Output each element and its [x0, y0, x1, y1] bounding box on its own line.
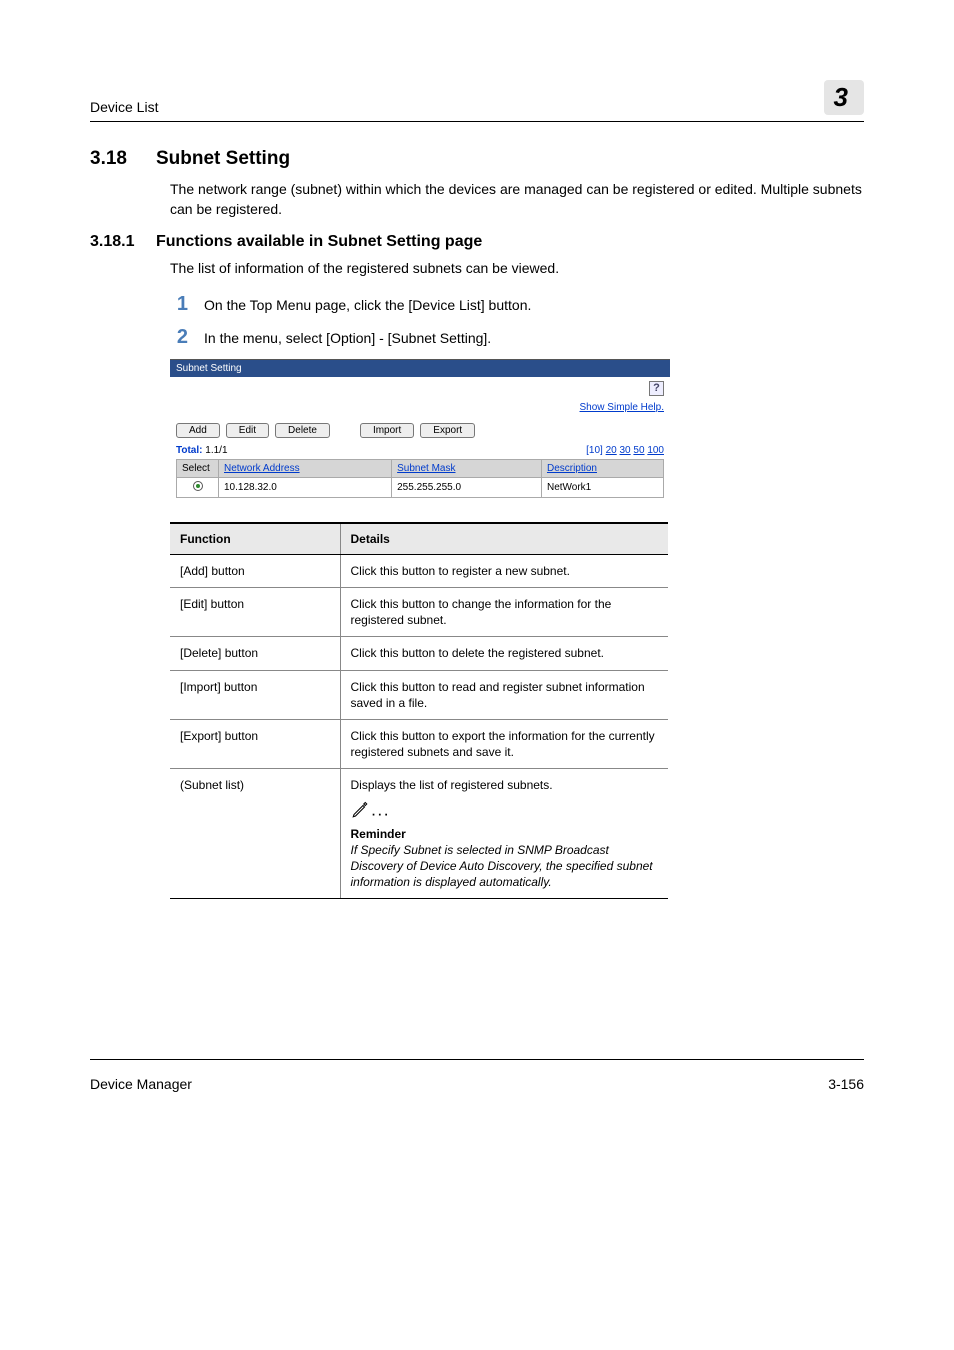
col-description[interactable]: Description — [541, 459, 663, 477]
chapter-number: 3 — [824, 80, 864, 115]
subnet-list-desc: Displays the list of registered subnets. — [351, 778, 553, 792]
table-row: [Edit] button Click this button to chang… — [170, 587, 668, 636]
page-size-pager: [10] 20 30 50 100 — [586, 445, 664, 456]
section-title: Subnet Setting — [156, 148, 290, 170]
function-detail: Displays the list of registered subnets.… — [340, 769, 668, 899]
table-row: [Export] button Click this button to exp… — [170, 719, 668, 768]
import-button[interactable]: Import — [360, 423, 414, 438]
step-row: 1 On the Top Menu page, click the [Devic… — [170, 293, 864, 316]
function-detail: Click this button to change the informat… — [340, 587, 668, 636]
col-function: Function — [170, 523, 340, 555]
function-name: [Delete] button — [170, 637, 340, 670]
section-heading: 3.18 Subnet Setting — [90, 148, 864, 170]
subsection-heading: 3.18.1 Functions available in Subnet Set… — [90, 233, 864, 251]
col-network-address[interactable]: Network Address — [219, 459, 392, 477]
total-label: Total: — [176, 445, 202, 456]
reminder-title: Reminder — [351, 826, 659, 842]
col-subnet-mask[interactable]: Subnet Mask — [392, 459, 542, 477]
header-device-list: Device List — [90, 99, 158, 115]
export-button[interactable]: Export — [420, 423, 475, 438]
pager-link[interactable]: 50 — [633, 445, 644, 456]
page-footer: Device Manager 3-156 — [90, 1059, 864, 1092]
function-detail: Click this button to register a new subn… — [340, 554, 668, 587]
delete-button[interactable]: Delete — [275, 423, 330, 438]
step-text: In the menu, select [Option] - [Subnet S… — [204, 326, 491, 349]
reminder-text: If Specify Subnet is selected in SNMP Br… — [351, 842, 659, 891]
pager-link[interactable]: 20 — [606, 445, 617, 456]
cell-subnet-mask: 255.255.255.0 — [392, 477, 542, 497]
col-select: Select — [177, 459, 219, 477]
table-row: 10.128.32.0 255.255.255.0 NetWork1 — [177, 477, 664, 497]
footer-left: Device Manager — [90, 1076, 192, 1092]
show-simple-help-link[interactable]: Show Simple Help. — [170, 400, 670, 421]
step-row: 2 In the menu, select [Option] - [Subnet… — [170, 326, 864, 349]
step-text: On the Top Menu page, click the [Device … — [204, 293, 531, 316]
total-value: 1.1/1 — [205, 445, 227, 456]
section-number: 3.18 — [90, 148, 136, 170]
function-detail: Click this button to read and register s… — [340, 670, 668, 719]
function-name: [Import] button — [170, 670, 340, 719]
cell-network-address: 10.128.32.0 — [219, 477, 392, 497]
page-header: Device List 3 — [90, 80, 864, 122]
add-button[interactable]: Add — [176, 423, 220, 438]
pager-link[interactable]: 30 — [620, 445, 631, 456]
pager-link[interactable]: 100 — [647, 445, 664, 456]
subnet-setting-screenshot: Subnet Setting ? Show Simple Help. Add E… — [170, 359, 670, 498]
step-number: 1 — [170, 293, 188, 316]
function-name: [Add] button — [170, 554, 340, 587]
note-dots: ... — [372, 805, 391, 819]
function-name: [Edit] button — [170, 587, 340, 636]
functions-table: Function Details [Add] button Click this… — [170, 522, 668, 900]
footer-page-number: 3-156 — [828, 1076, 864, 1092]
subsection-title: Functions available in Subnet Setting pa… — [156, 233, 482, 251]
col-details: Details — [340, 523, 668, 555]
subnet-list-table: Select Network Address Subnet Mask Descr… — [176, 459, 664, 498]
table-row: (Subnet list) Displays the list of regis… — [170, 769, 668, 899]
function-name: (Subnet list) — [170, 769, 340, 899]
help-icon[interactable]: ? — [649, 381, 664, 396]
window-titlebar: Subnet Setting — [170, 360, 670, 377]
pager-current: [10] — [586, 445, 603, 456]
note-icon — [351, 801, 369, 823]
table-row: [Delete] button Click this button to del… — [170, 637, 668, 670]
row-select-radio[interactable] — [193, 481, 203, 491]
section-intro: The network range (subnet) within which … — [170, 180, 864, 219]
function-detail: Click this button to delete the register… — [340, 637, 668, 670]
function-detail: Click this button to export the informat… — [340, 719, 668, 768]
table-row: [Add] button Click this button to regist… — [170, 554, 668, 587]
function-name: [Export] button — [170, 719, 340, 768]
table-row: [Import] button Click this button to rea… — [170, 670, 668, 719]
subsection-intro: The list of information of the registere… — [170, 259, 864, 279]
edit-button[interactable]: Edit — [226, 423, 269, 438]
cell-description: NetWork1 — [541, 477, 663, 497]
subsection-number: 3.18.1 — [90, 233, 142, 251]
step-number: 2 — [170, 326, 188, 349]
